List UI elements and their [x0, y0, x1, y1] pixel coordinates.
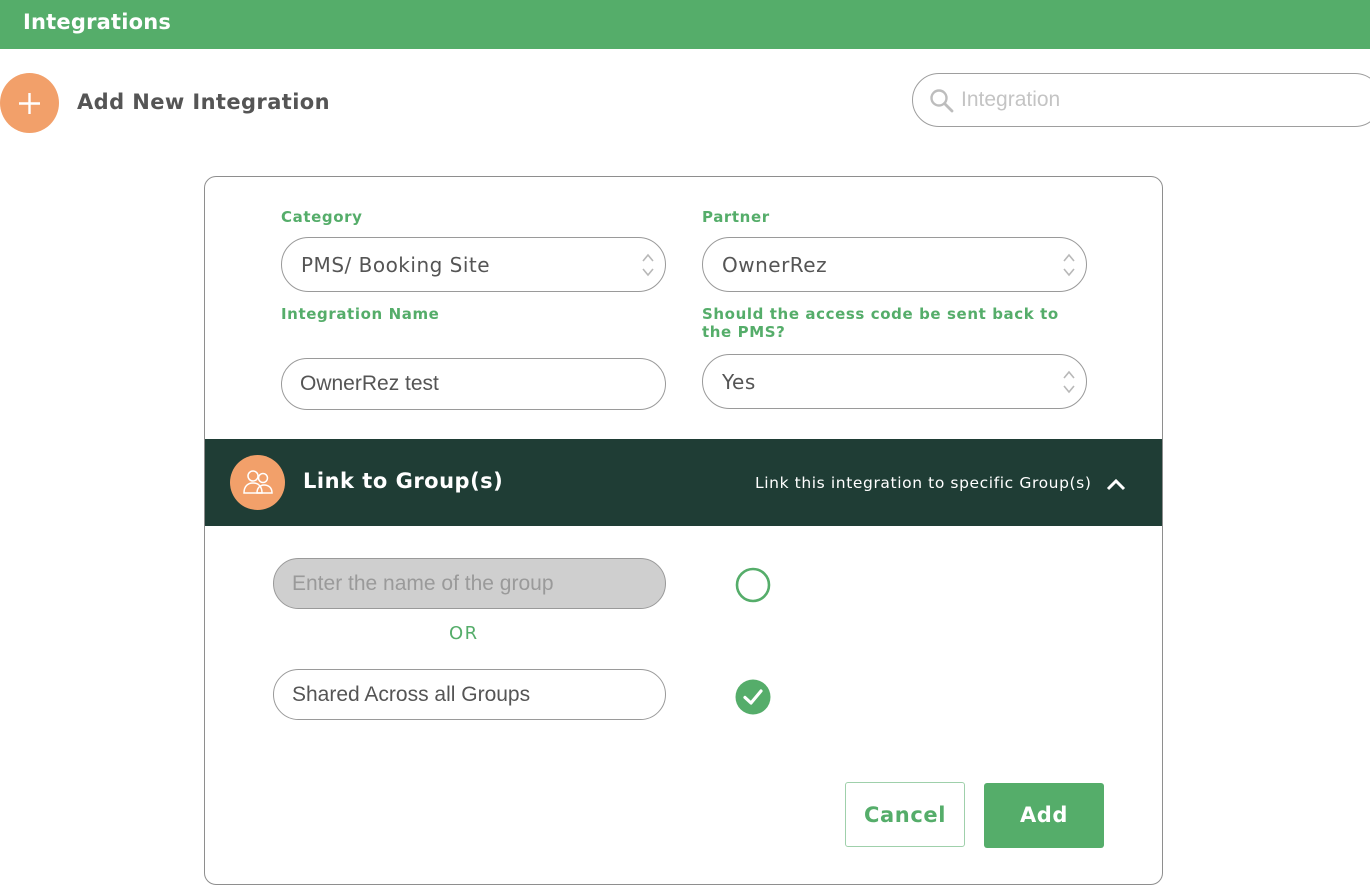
link-groups-title: Link to Group(s) [303, 469, 504, 493]
shared-all-groups-option[interactable]: Shared Across all Groups [273, 669, 666, 720]
search-box[interactable] [912, 73, 1370, 127]
integration-name-label: Integration Name [281, 305, 440, 323]
cancel-button[interactable]: Cancel [845, 782, 965, 847]
or-divider-label: OR [449, 623, 479, 644]
page-title: Integrations [23, 10, 172, 34]
up-down-chevron-icon [1063, 370, 1075, 394]
add-integration-button[interactable] [0, 73, 59, 133]
add-button[interactable]: Add [984, 783, 1104, 848]
up-down-chevron-icon [642, 253, 654, 277]
partner-label: Partner [702, 208, 770, 226]
shared-all-groups-label: Shared Across all Groups [292, 683, 531, 706]
plus-icon [19, 93, 40, 114]
category-label: Category [281, 208, 363, 226]
group-name-field[interactable] [273, 558, 666, 609]
add-integration-label[interactable]: Add New Integration [77, 90, 330, 114]
users-icon [243, 470, 273, 494]
send-back-value: Yes [722, 370, 756, 394]
top-header-bar: Integrations [0, 0, 1370, 49]
link-groups-header[interactable]: Link to Group(s) Link this integration t… [205, 439, 1162, 526]
category-value: PMS/ Booking Site [301, 253, 491, 277]
group-avatar [230, 455, 285, 510]
partner-select[interactable]: OwnerRez [702, 237, 1087, 292]
send-back-select[interactable]: Yes [702, 354, 1087, 409]
send-back-label: Should the access code be sent back to t… [702, 305, 1059, 341]
category-select[interactable]: PMS/ Booking Site [281, 237, 666, 292]
shared-radio-selected[interactable] [735, 679, 771, 715]
up-down-chevron-icon [1063, 253, 1075, 277]
link-groups-hint: Link this integration to specific Group(… [755, 474, 1092, 492]
partner-value: OwnerRez [722, 253, 828, 277]
add-integration-card: Category PMS/ Booking Site Partner Owner… [204, 176, 1163, 885]
search-icon [930, 89, 954, 113]
integration-name-field[interactable]: OwnerRez test [281, 358, 666, 410]
group-radio-unselected[interactable] [735, 567, 771, 603]
integration-name-value: OwnerRez test [300, 372, 439, 395]
chevron-up-icon[interactable] [1105, 476, 1127, 492]
group-name-input[interactable] [292, 571, 642, 597]
search-input[interactable] [961, 86, 1341, 114]
